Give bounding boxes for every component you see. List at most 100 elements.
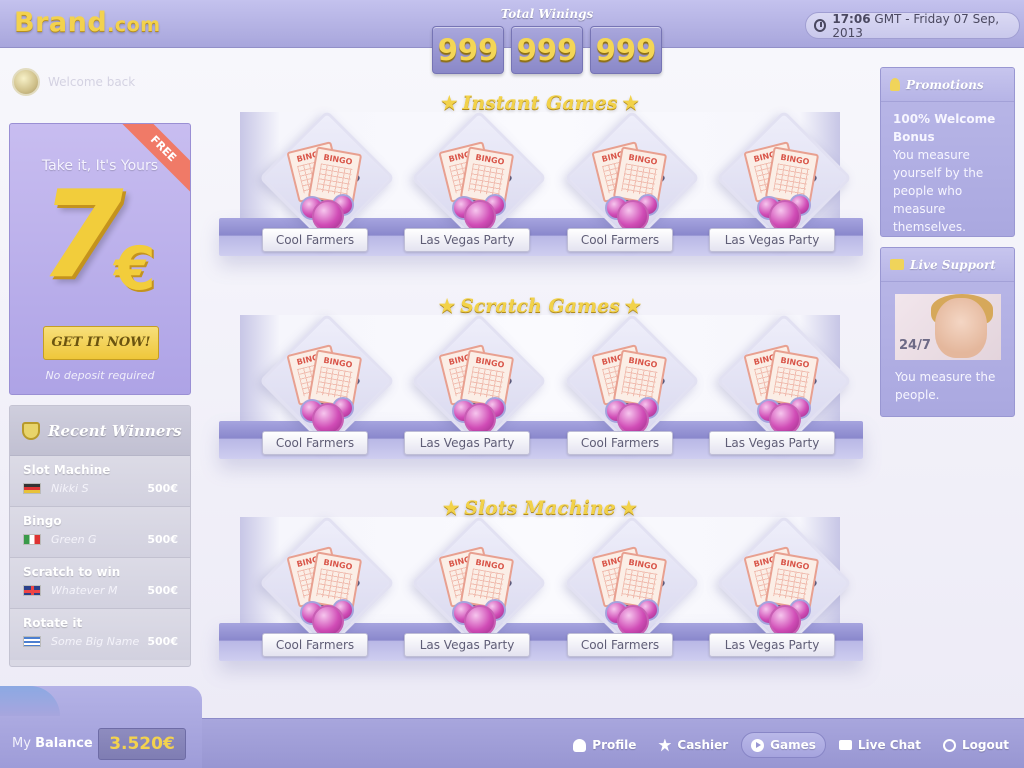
section-title: ★ Scratch Games ★: [240, 295, 840, 317]
award-ribbon-icon: [890, 78, 900, 91]
chat-bubble-icon: [890, 259, 904, 270]
game-tile[interactable]: BINGO BINGO Las Vegas Party: [709, 110, 859, 252]
winner-amount: 500€: [147, 482, 178, 495]
get-it-now-button[interactable]: GET IT NOW!: [43, 326, 159, 360]
nav-label: Live Chat: [857, 738, 921, 752]
card-grid: [621, 568, 658, 602]
game-name-button[interactable]: Cool Farmers: [262, 633, 368, 657]
bonus-currency: €: [114, 234, 156, 304]
game-name-button[interactable]: Cool Farmers: [567, 228, 673, 252]
welcome-area: Welcome back: [12, 68, 135, 96]
section-title-text: Scratch Games: [460, 295, 620, 317]
power-icon: [942, 738, 956, 752]
game-name-button[interactable]: Cool Farmers: [567, 633, 673, 657]
star-icon: ★: [620, 498, 637, 519]
winner-amount: 500€: [147, 635, 178, 648]
bonus-amount: 7: [40, 166, 124, 305]
greece-flag-icon: [23, 636, 41, 647]
play-icon: [751, 738, 765, 752]
nav-logout[interactable]: Logout: [934, 732, 1018, 758]
card-grid: [468, 366, 505, 400]
trophy-icon: [22, 421, 40, 440]
game-name-button[interactable]: Las Vegas Party: [404, 431, 530, 455]
winner-amount: 500€: [147, 584, 178, 597]
welcome-text: Welcome back: [48, 75, 136, 89]
promotions-content[interactable]: 100% Welcome Bonus You measure yourself …: [881, 102, 1014, 236]
winner-game: Scratch to win: [23, 565, 121, 579]
star-icon: ★: [624, 296, 642, 317]
game-name-button[interactable]: Las Vegas Party: [709, 431, 835, 455]
game-tile[interactable]: BINGO BINGO Cool Farmers: [252, 515, 402, 657]
live-support-panel: Live Support 24/7 You measure the people…: [880, 247, 1015, 417]
live-support-header: Live Support: [881, 248, 1014, 282]
game-name-button[interactable]: Cool Farmers: [262, 228, 368, 252]
game-name-button[interactable]: Cool Farmers: [567, 431, 673, 455]
winner-game: Slot Machine: [23, 463, 111, 477]
counter-group-3: 999: [590, 26, 662, 74]
card-grid: [773, 568, 810, 602]
game-tile[interactable]: BINGO BINGO Las Vegas Party: [404, 110, 554, 252]
card-grid: [621, 163, 658, 197]
brand-suffix: .com: [107, 14, 161, 36]
germany-flag-icon: [23, 483, 41, 494]
recent-winners-title: Recent Winners: [48, 421, 182, 440]
section-title-text: Instant Games: [462, 92, 618, 114]
promotions-title: Promotions: [906, 77, 984, 92]
winner-game: Bingo: [23, 514, 62, 528]
profile-icon: [573, 738, 587, 752]
game-tile[interactable]: BINGO BINGO Cool Farmers: [252, 313, 402, 455]
promotions-header: Promotions: [881, 68, 1014, 102]
game-tile[interactable]: BINGO BINGO Cool Farmers: [557, 515, 707, 657]
card-grid: [316, 568, 353, 602]
winner-name: Some Big Name: [51, 635, 140, 648]
nav-label: Cashier: [677, 738, 729, 752]
nav-games[interactable]: Games: [741, 732, 826, 758]
nav-live-chat[interactable]: Live Chat: [830, 732, 930, 758]
brand-logo[interactable]: Brand.com: [14, 7, 161, 38]
game-name-button[interactable]: Cool Farmers: [262, 431, 368, 455]
balance-prefix: My: [12, 736, 31, 751]
agent-face: [935, 298, 987, 358]
winner-name: Green G: [51, 533, 97, 546]
winner-row: Rotate it Some Big Name 500€: [10, 609, 190, 660]
game-name-button[interactable]: Las Vegas Party: [404, 228, 530, 252]
game-tile[interactable]: BINGO BINGO Cool Farmers: [557, 110, 707, 252]
game-name-button[interactable]: Las Vegas Party: [709, 633, 835, 657]
card-grid: [468, 163, 505, 197]
nav-profile[interactable]: Profile: [564, 732, 645, 758]
game-name-button[interactable]: Las Vegas Party: [709, 228, 835, 252]
live-support-title: Live Support: [910, 257, 996, 272]
game-tile[interactable]: BINGO BINGO Cool Farmers: [252, 110, 402, 252]
free-bonus-promo: FREE Take it, It's Yours 7 € GET IT NOW!…: [9, 123, 191, 395]
game-tile[interactable]: BINGO BINGO Cool Farmers: [557, 313, 707, 455]
winner-row: Scratch to win Whatever M 500€: [10, 558, 190, 609]
game-tile[interactable]: BINGO BINGO Las Vegas Party: [709, 515, 859, 657]
nav-cashier[interactable]: Cashier: [649, 732, 737, 758]
star-icon: ★: [622, 93, 639, 114]
game-tile[interactable]: BINGO BINGO Las Vegas Party: [709, 313, 859, 455]
winnings-counter: 999 999 999: [432, 26, 662, 74]
live-support-body: You measure the people.: [895, 370, 996, 402]
uk-flag-icon: [23, 585, 41, 596]
winner-game: Rotate it: [23, 616, 83, 630]
game-tile[interactable]: BINGO BINGO Las Vegas Party: [404, 515, 554, 657]
card-grid: [316, 163, 353, 197]
counter-group-2: 999: [511, 26, 583, 74]
game-name-button[interactable]: Las Vegas Party: [404, 633, 530, 657]
no-deposit-note: No deposit required: [45, 369, 155, 382]
balance-value: 3.520€: [98, 728, 186, 760]
support-agent-image[interactable]: 24/7: [895, 294, 1001, 360]
clock-time: 17:06: [832, 11, 871, 26]
coin-icon: [12, 68, 40, 96]
winner-amount: 500€: [147, 533, 178, 546]
nav-label: Logout: [961, 738, 1009, 752]
card-grid: [316, 366, 353, 400]
star-icon: ★: [438, 296, 456, 317]
promotions-heading: 100% Welcome Bonus: [893, 112, 996, 144]
balance-word: Balance: [35, 736, 93, 751]
section-title: ★ Slots Machine ★: [240, 497, 840, 519]
game-tile[interactable]: BINGO BINGO Las Vegas Party: [404, 313, 554, 455]
total-winnings-label: Total Winings: [500, 7, 594, 21]
recent-winners-panel: Recent Winners Slot Machine Nikki S 500€…: [9, 405, 191, 667]
winner-name: Nikki S: [51, 482, 89, 495]
